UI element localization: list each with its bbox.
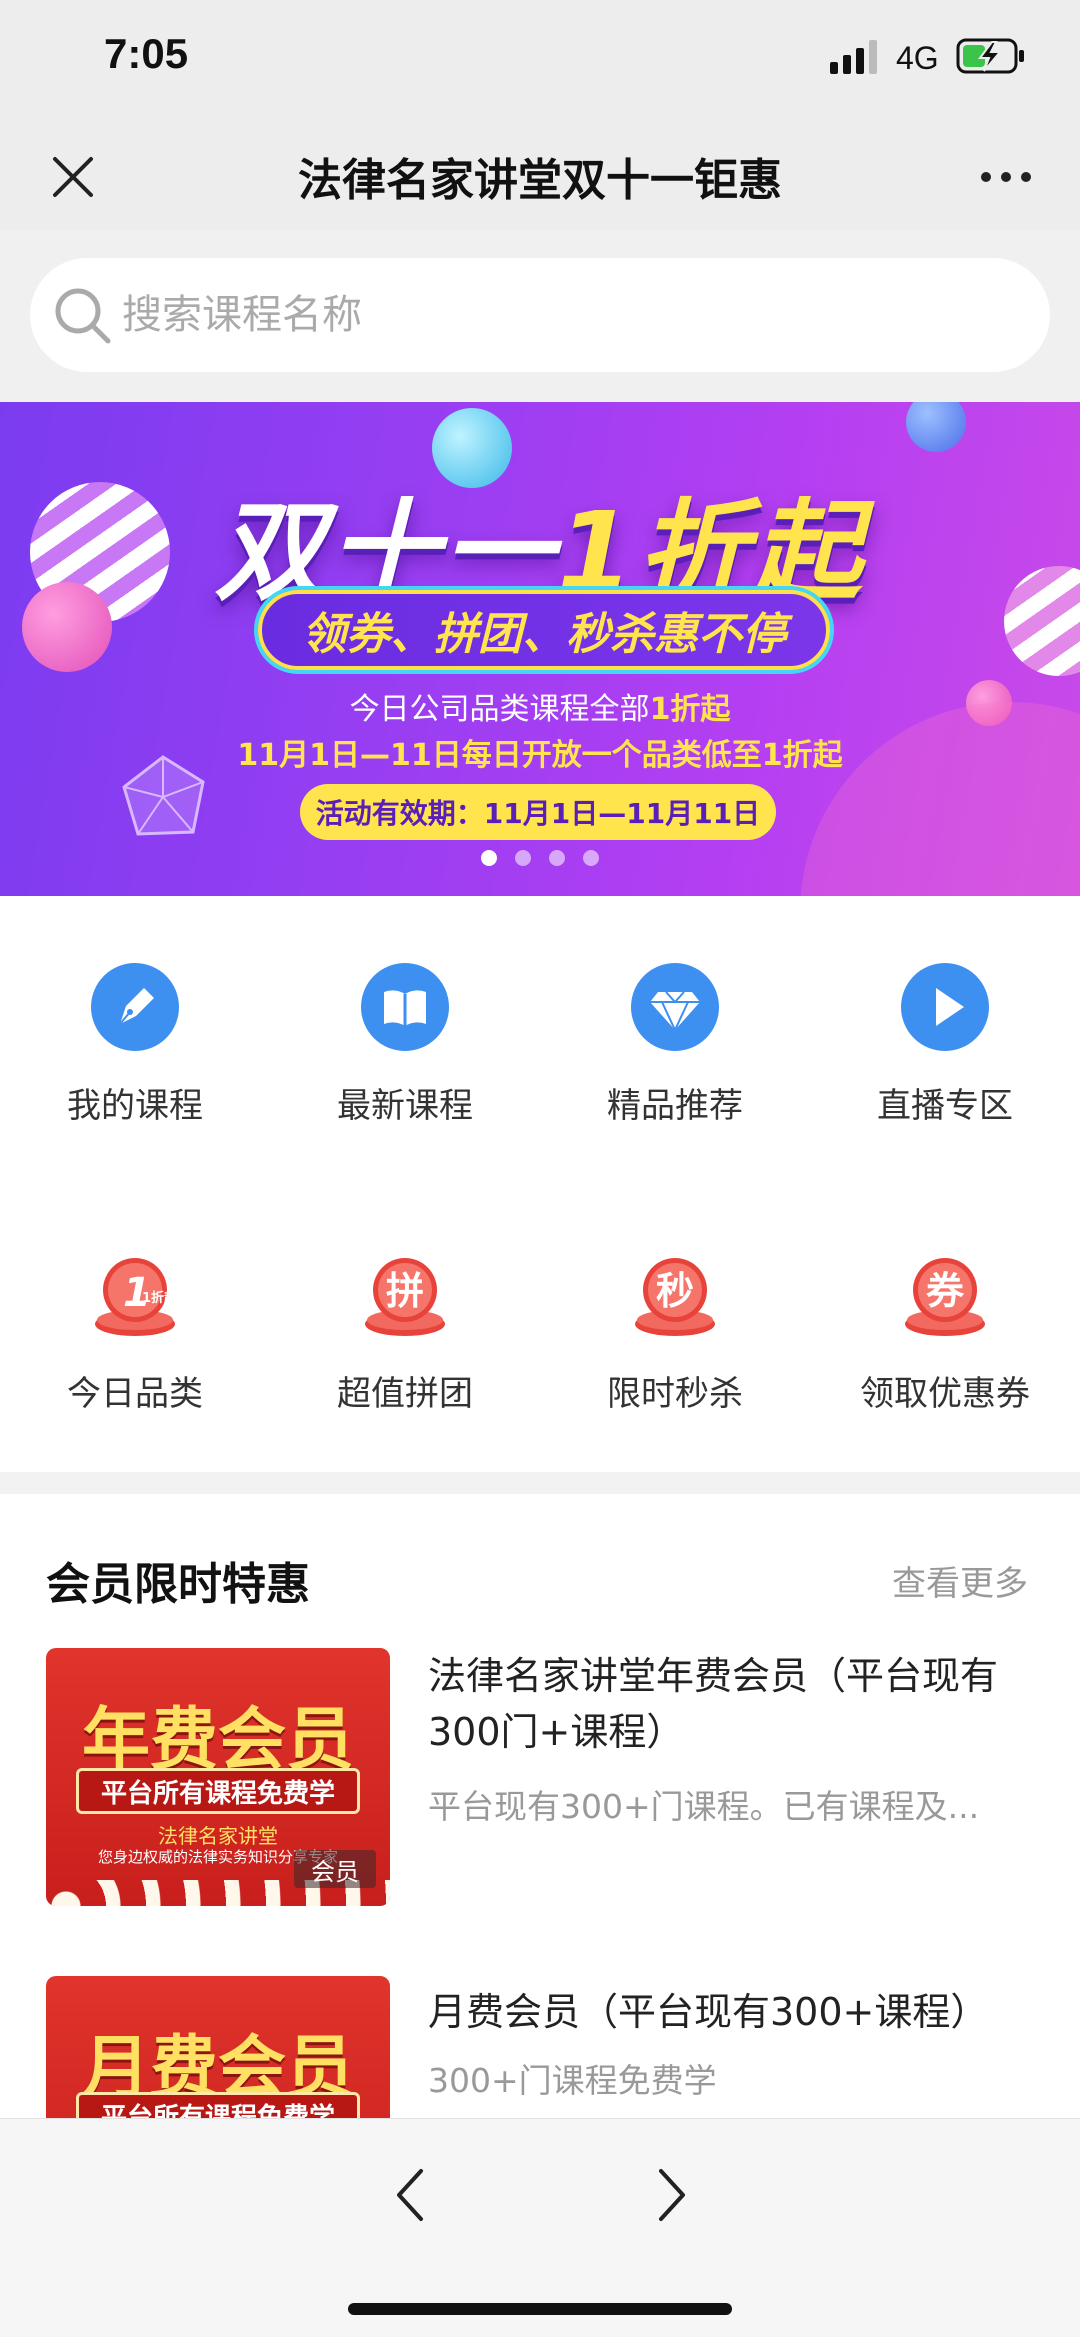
thumb-bar: 平台所有课程免费学 [76,2092,360,2118]
status-bar: 7:05 4G [0,0,1080,120]
category-new-courses[interactable]: 最新课程 [270,962,540,1127]
category-label: 直播专区 [877,1086,1013,1126]
banner-valid-period: 活动有效期：11月1日—11月11日 [300,784,776,840]
section-title: 会员限时特惠 [46,1559,310,1610]
category-label: 最新课程 [337,1086,473,1126]
category-label: 精品推荐 [607,1086,743,1126]
banner-line2: 11月1日—11日每日开放一个品类低至1折起 [237,738,843,773]
course-desc: 300+门课程免费学 [428,2061,717,2100]
category-today[interactable]: 1 1折起 今日品类 [0,1250,270,1415]
chevron-left-icon [397,2169,423,2221]
view-more-link[interactable]: 查看更多 [892,1556,1028,1605]
book-icon [361,963,449,1051]
decor-ball [906,402,966,452]
banner-line1-prefix: 今日公司品类课程全部 [349,692,650,727]
course-thumbnail: 月费会员 平台所有课程免费学 [46,1976,390,2118]
diamond-icon [631,963,719,1051]
promo-banner[interactable]: 双十一1折起 领券、拼团、秒杀惠不停 今日公司品类课程全部1折起 11月1日—1… [0,402,1080,896]
category-label: 限时秒杀 [607,1374,743,1414]
search-area [0,230,1080,402]
banner-pill: 领券、拼团、秒杀惠不停 [258,590,830,670]
category-label: 我的课程 [67,1086,203,1126]
carousel-dot[interactable] [481,850,497,866]
search-input[interactable] [122,292,1002,338]
category-flash-sale[interactable]: 秒 限时秒杀 [540,1250,810,1415]
signal-icon [830,40,877,74]
thumb-bar: 平台所有课程免费学 [76,1768,360,1814]
course-title: 月费会员（平台现有300+课程） [428,1990,989,2034]
category-my-courses[interactable]: 我的课程 [0,962,270,1127]
chevron-right-icon [659,2169,685,2221]
title-bar: 法律名家讲堂双十一钜惠 [0,120,1080,230]
course-item-monthly[interactable]: 月费会员 平台所有课程免费学 月费会员（平台现有300+课程） 300+门课程免… [46,1976,1046,2118]
badge-text: 秒 [656,1269,694,1313]
network-label: 4G [896,40,939,76]
course-item-annual[interactable]: 年费会员 平台所有课程免费学 法律名家讲堂 您身边权威的法律实务知识分享专家 会… [46,1648,1046,1908]
search-box[interactable] [30,258,1050,372]
group-buy-icon: 拼 [365,1258,445,1336]
carousel-dot[interactable] [583,850,599,866]
bottom-nav [0,2118,1080,2337]
carousel-dots [0,850,1080,866]
category-group-buy[interactable]: 拼 超值拼团 [270,1250,540,1415]
status-time: 7:05 [104,30,189,77]
one-discount-icon: 1 1折起 [95,1258,178,1336]
category-grid: 我的课程 最新课程 精品推荐 直播专区 1 1折起 今日品类 拼 超值拼团 秒 … [0,896,1080,1476]
search-icon [55,288,111,344]
home-indicator[interactable] [348,2303,732,2315]
category-label: 领取优惠券 [860,1374,1030,1414]
course-thumbnail: 年费会员 平台所有课程免费学 法律名家讲堂 您身边权威的法律实务知识分享专家 会… [46,1648,390,1906]
page-title: 法律名家讲堂双十一钜惠 [298,155,782,206]
battery-charging-icon [956,38,1024,74]
flash-sale-icon: 秒 [635,1258,715,1336]
thumb-sub1: 法律名家讲堂 [158,1824,278,1848]
course-title: 法律名家讲堂年费会员（平台现有300门+课程） [428,1654,999,1754]
more-dots-icon [981,172,1031,182]
carousel-dot[interactable] [549,850,565,866]
category-featured[interactable]: 精品推荐 [540,962,810,1127]
forward-button[interactable] [632,2155,712,2235]
category-coupon[interactable]: 券 领取优惠券 [810,1250,1080,1415]
carousel-dot[interactable] [515,850,531,866]
coupon-icon: 券 [905,1258,985,1336]
back-button[interactable] [370,2155,450,2235]
more-options-button[interactable] [970,144,1042,210]
member-tag: 会员 [294,1850,376,1888]
category-label: 今日品类 [67,1374,203,1414]
section-divider [0,1472,1080,1494]
badge-text: 1折起 [142,1290,178,1306]
category-label: 超值拼团 [337,1374,473,1414]
banner-line1: 今日公司品类课程全部1折起 [0,684,1080,728]
pen-icon [91,963,179,1051]
category-live[interactable]: 直播专区 [810,962,1080,1127]
badge-text: 券 [926,1269,965,1313]
badge-text: 拼 [386,1269,424,1313]
play-icon [901,963,989,1051]
banner-line1-highlight: 1折起 [649,692,731,727]
course-desc: 平台现有300+门课程。已有课程及... [428,1787,980,1826]
